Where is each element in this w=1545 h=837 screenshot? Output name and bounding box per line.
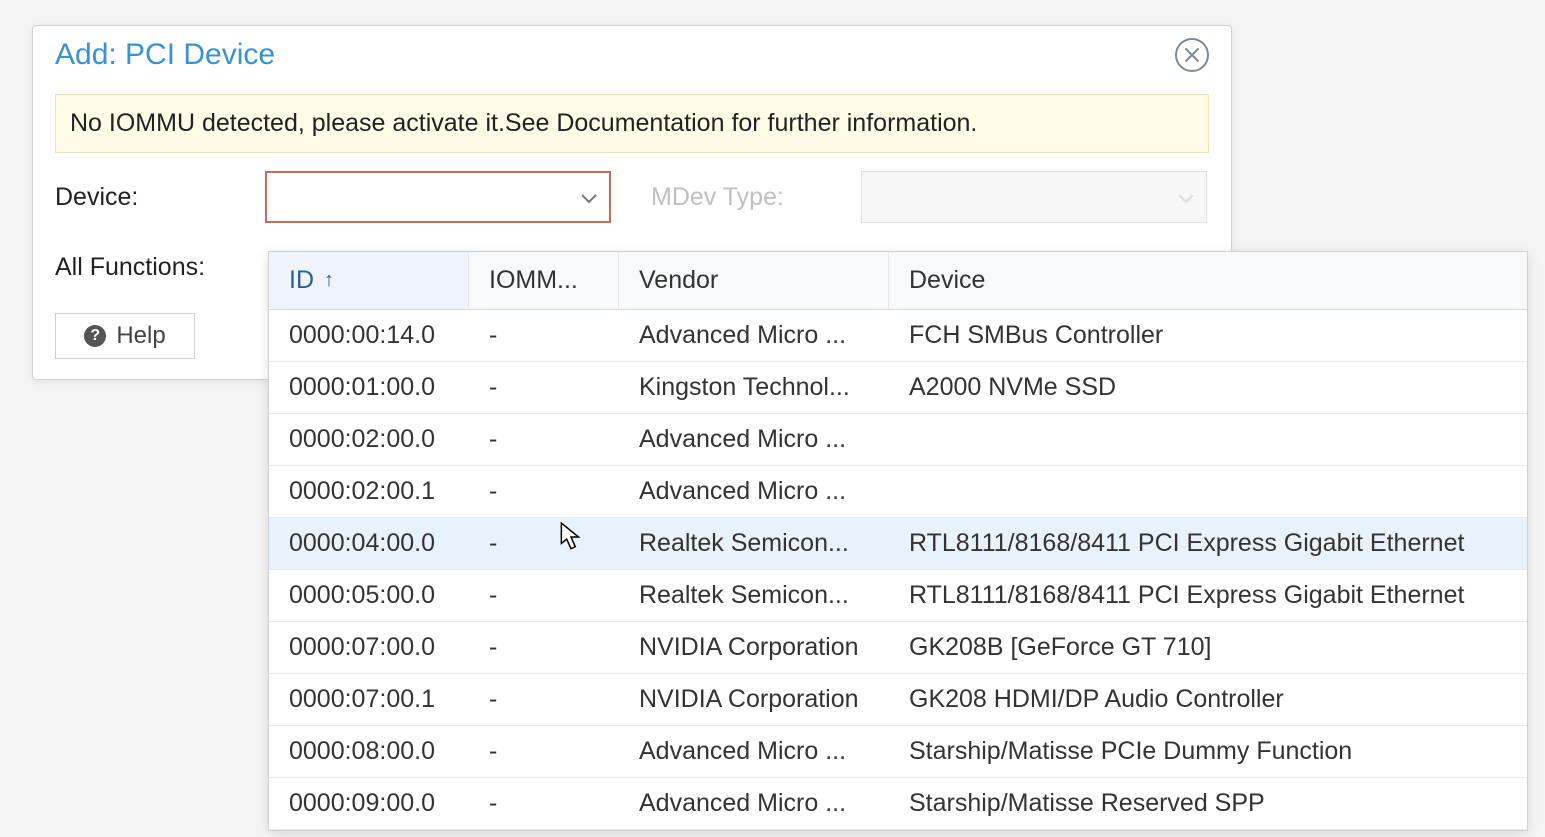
device-option[interactable]: 0000:04:00.0-Realtek Semicon...RTL8111/8… [269, 518, 1527, 570]
cell-id: 0000:04:00.0 [269, 518, 469, 569]
all-functions-label: All Functions: [55, 253, 265, 282]
cell-device: GK208 HDMI/DP Audio Controller [889, 674, 1527, 725]
device-option[interactable]: 0000:09:00.0-Advanced Micro ...Starship/… [269, 778, 1527, 830]
cell-id: 0000:05:00.0 [269, 570, 469, 621]
help-label: Help [116, 322, 165, 350]
help-button[interactable]: ? Help [55, 313, 195, 359]
cell-vendor: NVIDIA Corporation [619, 622, 889, 673]
cell-device: Starship/Matisse Reserved SPP [889, 778, 1527, 829]
cell-vendor: NVIDIA Corporation [619, 674, 889, 725]
cell-id: 0000:07:00.1 [269, 674, 469, 725]
help-icon: ? [84, 325, 106, 347]
sort-ascending-icon: ↑ [324, 269, 334, 292]
chevron-down-icon [581, 184, 597, 210]
device-option[interactable]: 0000:02:00.1-Advanced Micro ... [269, 466, 1527, 518]
cell-vendor: Advanced Micro ... [619, 778, 889, 829]
cell-vendor: Advanced Micro ... [619, 726, 889, 777]
device-option[interactable]: 0000:07:00.1-NVIDIA CorporationGK208 HDM… [269, 674, 1527, 726]
dropdown-header: ID ↑ IOMM... Vendor Device [269, 252, 1527, 310]
chevron-down-icon [1178, 184, 1194, 210]
cell-id: 0000:02:00.0 [269, 414, 469, 465]
mdev-type-combo [861, 171, 1207, 223]
cell-iommu: - [469, 726, 619, 777]
device-option[interactable]: 0000:00:14.0-Advanced Micro ...FCH SMBus… [269, 310, 1527, 362]
cell-vendor: Advanced Micro ... [619, 414, 889, 465]
dialog-title: Add: PCI Device [55, 38, 275, 72]
cell-iommu: - [469, 362, 619, 413]
cell-device: GK208B [GeForce GT 710] [889, 622, 1527, 673]
device-dropdown[interactable]: ID ↑ IOMM... Vendor Device 0000:00:14.0-… [268, 251, 1528, 831]
cell-vendor: Realtek Semicon... [619, 570, 889, 621]
iommu-warning: No IOMMU detected, please activate it.Se… [55, 94, 1209, 153]
device-option[interactable]: 0000:07:00.0-NVIDIA CorporationGK208B [G… [269, 622, 1527, 674]
cell-id: 0000:07:00.0 [269, 622, 469, 673]
device-option[interactable]: 0000:01:00.0-Kingston Technol...A2000 NV… [269, 362, 1527, 414]
cell-vendor: Realtek Semicon... [619, 518, 889, 569]
cell-device [889, 429, 1527, 451]
cell-iommu: - [469, 414, 619, 465]
cell-iommu: - [469, 310, 619, 361]
cell-iommu: - [469, 778, 619, 829]
dropdown-body: 0000:00:14.0-Advanced Micro ...FCH SMBus… [269, 310, 1527, 830]
cell-vendor: Advanced Micro ... [619, 310, 889, 361]
cell-id: 0000:01:00.0 [269, 362, 469, 413]
mdev-group: MDev Type: [651, 171, 1207, 223]
cell-iommu: - [469, 518, 619, 569]
device-option[interactable]: 0000:05:00.0-Realtek Semicon...RTL8111/8… [269, 570, 1527, 622]
column-header-id[interactable]: ID ↑ [269, 252, 469, 309]
cell-iommu: - [469, 466, 619, 517]
cell-vendor: Kingston Technol... [619, 362, 889, 413]
device-option[interactable]: 0000:08:00.0-Advanced Micro ...Starship/… [269, 726, 1527, 778]
close-button[interactable] [1175, 38, 1209, 72]
cell-iommu: - [469, 570, 619, 621]
close-icon [1184, 47, 1200, 63]
cell-id: 0000:02:00.1 [269, 466, 469, 517]
cell-vendor: Advanced Micro ... [619, 466, 889, 517]
device-combo[interactable] [265, 171, 611, 223]
column-header-device[interactable]: Device [889, 252, 1527, 309]
cell-id: 0000:08:00.0 [269, 726, 469, 777]
cell-device: Starship/Matisse PCIe Dummy Function [889, 726, 1527, 777]
device-option[interactable]: 0000:02:00.0-Advanced Micro ... [269, 414, 1527, 466]
cell-device: RTL8111/8168/8411 PCI Express Gigabit Et… [889, 570, 1527, 621]
cell-iommu: - [469, 674, 619, 725]
cell-device: FCH SMBus Controller [889, 310, 1527, 361]
cell-iommu: - [469, 622, 619, 673]
cell-device [889, 481, 1527, 503]
mdev-type-label: MDev Type: [651, 183, 861, 212]
cell-device: RTL8111/8168/8411 PCI Express Gigabit Et… [889, 518, 1527, 569]
device-row: Device: MDev Type: [55, 171, 1209, 223]
column-header-iommu[interactable]: IOMM... [469, 252, 619, 309]
device-label: Device: [55, 183, 265, 212]
dialog-header: Add: PCI Device [33, 26, 1231, 94]
cell-device: A2000 NVMe SSD [889, 362, 1527, 413]
column-header-vendor[interactable]: Vendor [619, 252, 889, 309]
cell-id: 0000:00:14.0 [269, 310, 469, 361]
cell-id: 0000:09:00.0 [269, 778, 469, 829]
